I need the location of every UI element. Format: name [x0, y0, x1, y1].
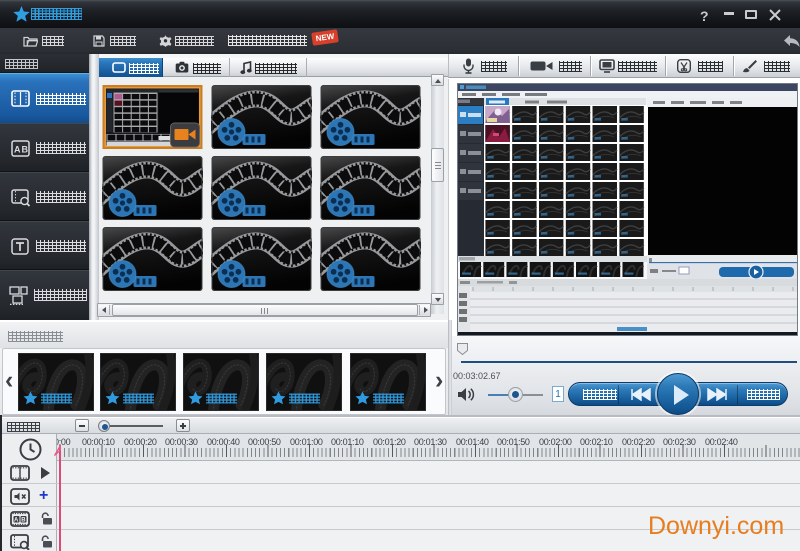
svg-text:B: B [21, 518, 26, 524]
svg-text:A: A [14, 518, 19, 524]
svg-text:B: B [22, 145, 29, 155]
svg-text:A: A [14, 145, 21, 155]
